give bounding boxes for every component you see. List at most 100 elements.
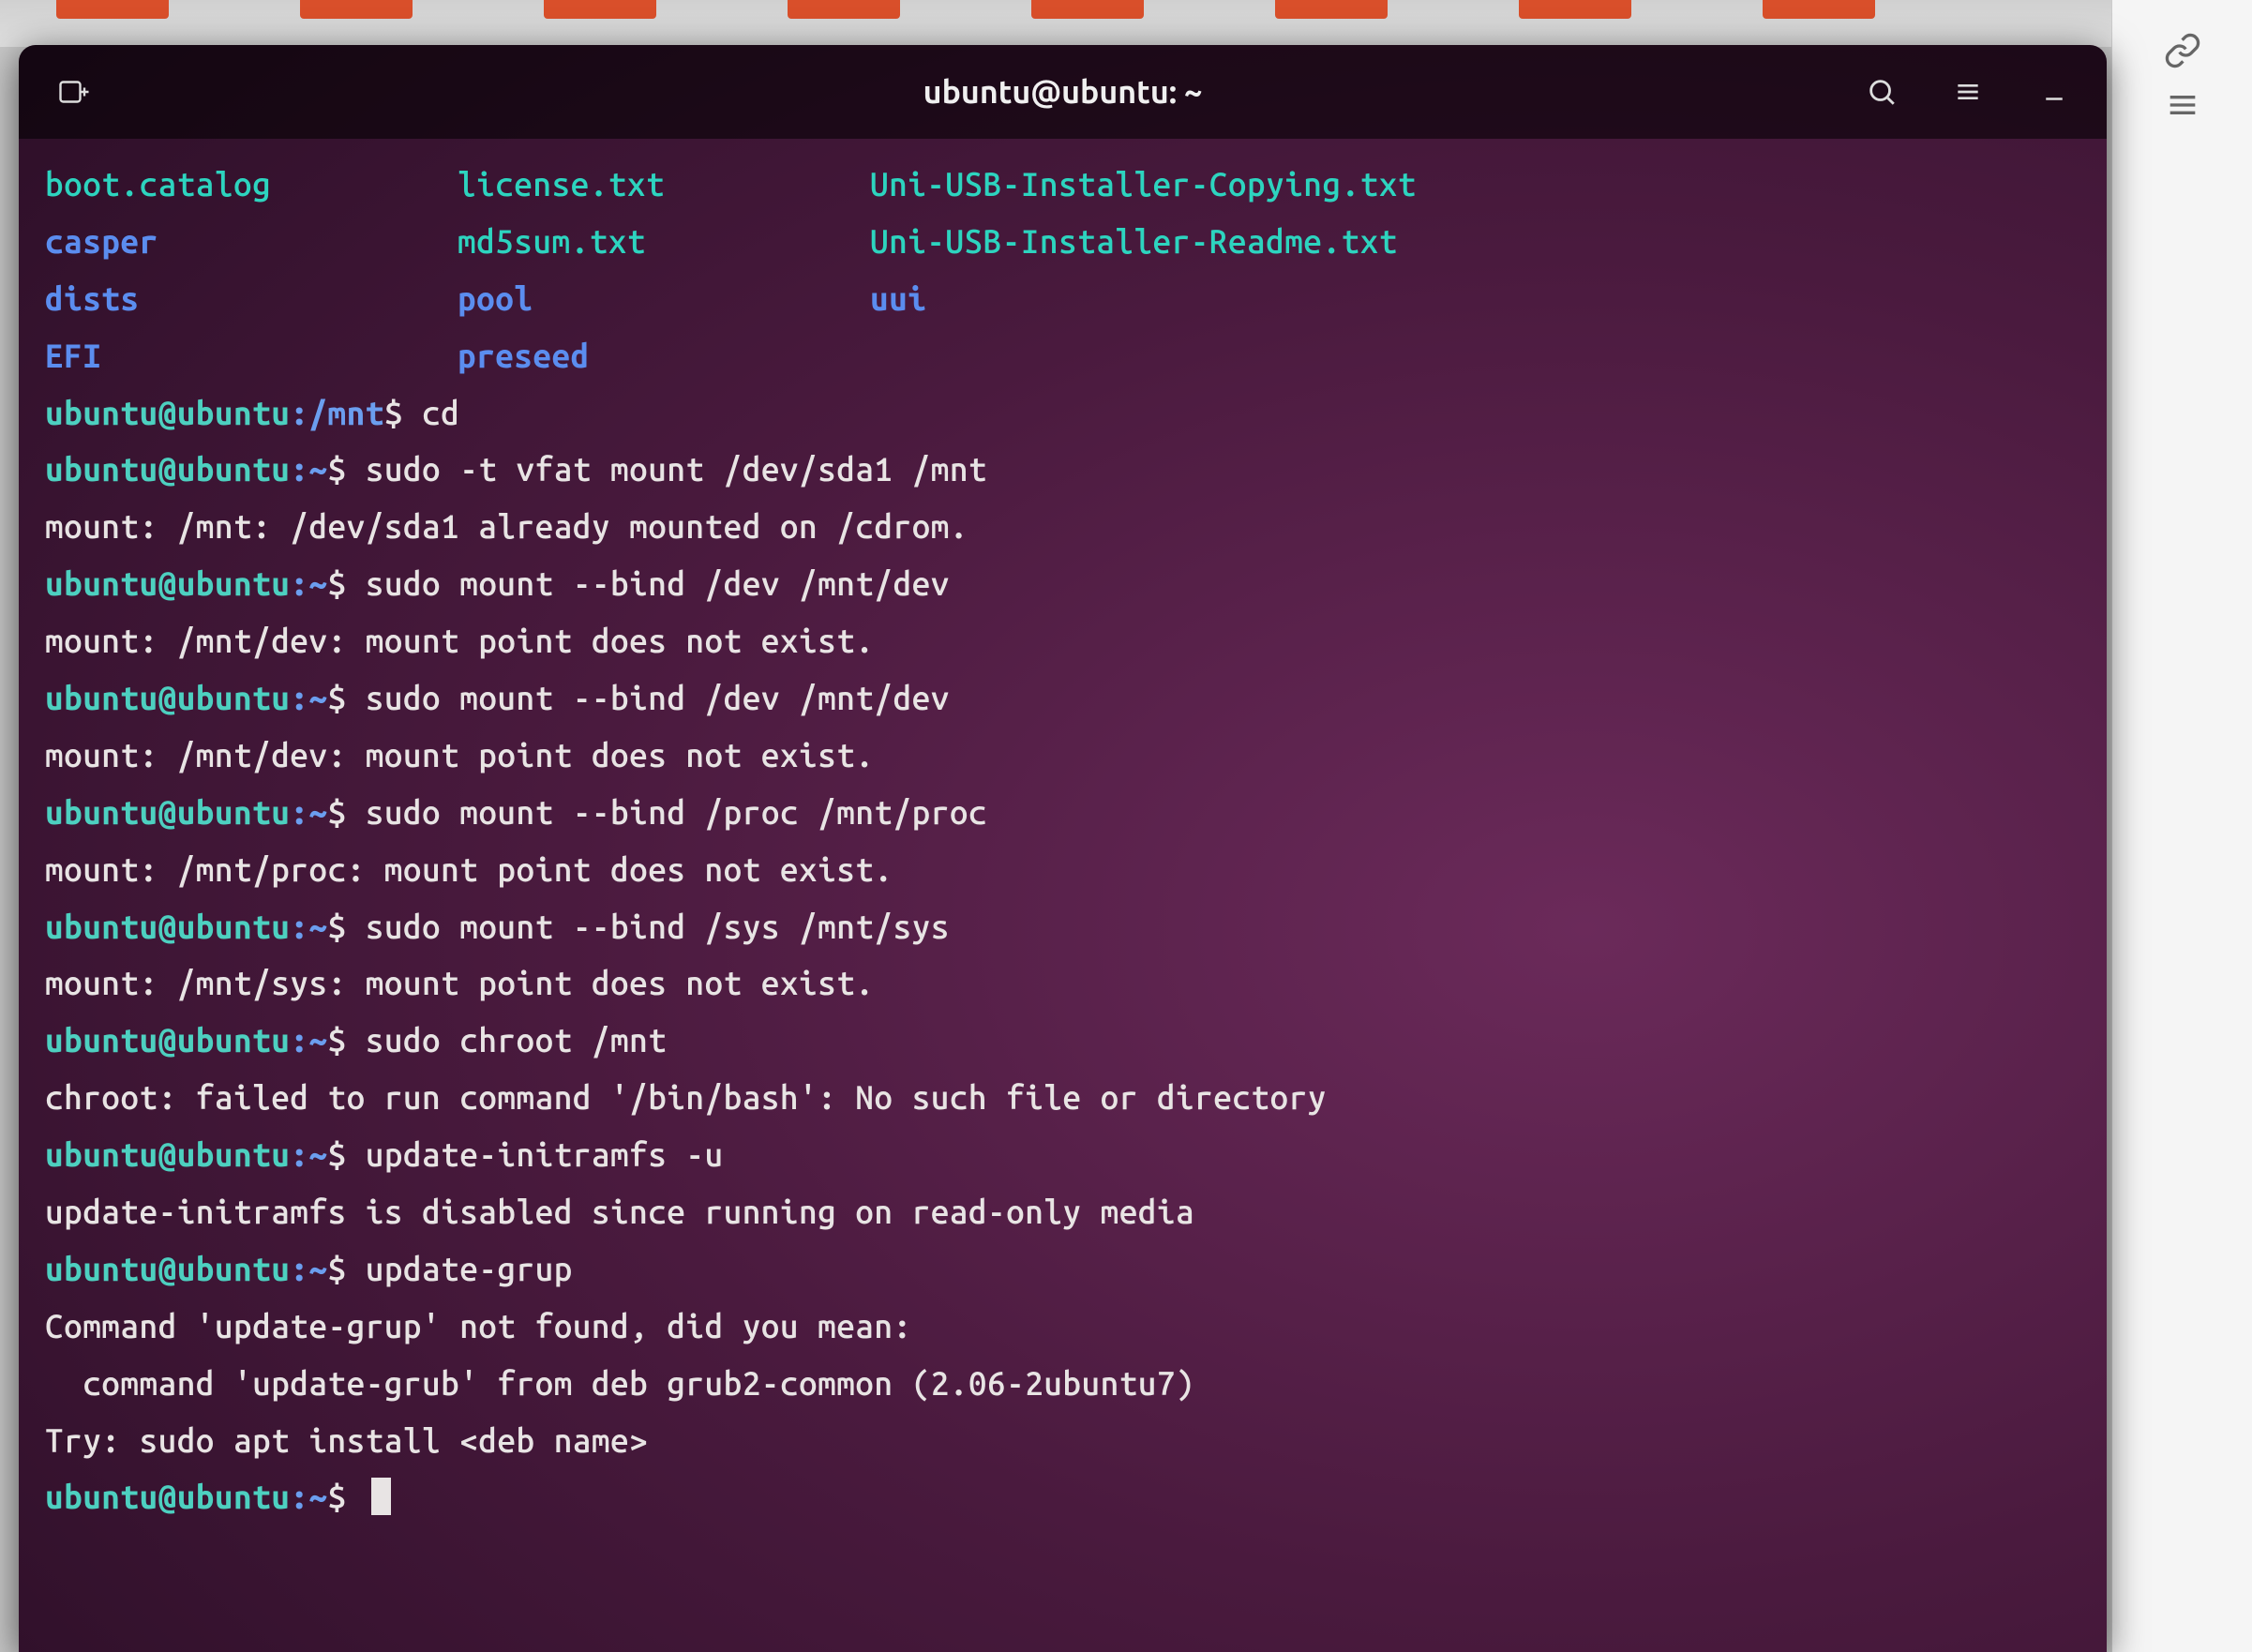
side-panel <box>2111 0 2252 1652</box>
minimize-button[interactable] <box>2030 68 2079 116</box>
output-text: mount: /mnt: /dev/sda1 already mounted o… <box>45 507 968 545</box>
prompt-path: :~ <box>290 450 327 488</box>
folder-icon <box>788 0 900 19</box>
command-text: update-grup <box>366 1250 573 1287</box>
output-text: Try: sudo apt install <deb name> <box>45 1421 648 1459</box>
prompt-dollar: $ <box>328 1135 366 1173</box>
command-text: sudo chroot /mnt <box>366 1021 668 1059</box>
terminal-output-line: mount: /mnt/proc: mount point does not e… <box>45 841 2080 898</box>
prompt-user: ubuntu@ubuntu <box>45 564 290 602</box>
terminal-prompt-line: ubuntu@ubuntu:/mnt$ cd <box>45 384 2080 442</box>
folder-icon <box>544 0 656 19</box>
command-text: sudo mount --bind /proc /mnt/proc <box>366 793 987 831</box>
prompt-dollar: $ <box>328 564 366 602</box>
prompt-user: ubuntu@ubuntu <box>45 1250 290 1287</box>
prompt-path: :~ <box>290 1021 327 1059</box>
prompt-dollar: $ <box>328 908 366 945</box>
output-text: mount: /mnt/dev: mount point does not ex… <box>45 622 874 659</box>
ls-directory: EFI <box>45 327 458 384</box>
link-icon[interactable] <box>2160 28 2205 73</box>
terminal-output-line: chroot: failed to run command '/bin/bash… <box>45 1069 2080 1126</box>
terminal-prompt-line: ubuntu@ubuntu:~$ update-grup <box>45 1240 2080 1298</box>
output-text: chroot: failed to run command '/bin/bash… <box>45 1078 1327 1116</box>
terminal-output-line: mount: /mnt/dev: mount point does not ex… <box>45 612 2080 669</box>
terminal-output-line: mount: /mnt: /dev/sda1 already mounted o… <box>45 498 2080 555</box>
prompt-path: :~ <box>290 1250 327 1287</box>
prompt-dollar: $ <box>328 1478 366 1515</box>
prompt-user: ubuntu@ubuntu <box>45 793 290 831</box>
cursor-icon <box>371 1478 391 1515</box>
output-text: update-initramfs is disabled since runni… <box>45 1193 1194 1230</box>
output-text: mount: /mnt/dev: mount point does not ex… <box>45 736 874 773</box>
folder-icon <box>56 0 169 19</box>
output-text: mount: /mnt/sys: mount point does not ex… <box>45 964 874 1001</box>
output-text: command 'update-grub' from deb grub2-com… <box>45 1364 1194 1402</box>
command-text: sudo mount --bind /dev /mnt/dev <box>366 564 950 602</box>
terminal-prompt-line: ubuntu@ubuntu:~$ sudo mount --bind /dev … <box>45 555 2080 612</box>
lines-icon[interactable] <box>2160 83 2205 128</box>
terminal-output-line: command 'update-grub' from deb grub2-com… <box>45 1355 2080 1412</box>
terminal-prompt-line: ubuntu@ubuntu:~$ <box>45 1468 2080 1525</box>
terminal-prompt-line: ubuntu@ubuntu:~$ sudo mount --bind /proc… <box>45 784 2080 841</box>
ls-file: md5sum.txt <box>458 213 870 270</box>
command-text: sudo mount --bind /sys /mnt/sys <box>366 908 950 945</box>
ls-directory: preseed <box>458 327 870 384</box>
prompt-dollar: $ <box>328 793 366 831</box>
prompt-path: :/mnt <box>290 394 384 431</box>
prompt-user: ubuntu@ubuntu <box>45 394 290 431</box>
prompt-path: :~ <box>290 679 327 716</box>
ls-directory: uui <box>870 270 2080 327</box>
command-text: cd <box>422 394 459 431</box>
terminal-prompt-line: ubuntu@ubuntu:~$ update-initramfs -u <box>45 1126 2080 1183</box>
prompt-dollar: $ <box>384 394 422 431</box>
command-text: sudo -t vfat mount /dev/sda1 /mnt <box>366 450 987 488</box>
ls-output: boot.cataloglicense.txtUni-USB-Installer… <box>45 156 2080 384</box>
terminal-body[interactable]: boot.cataloglicense.txtUni-USB-Installer… <box>19 139 2107 1542</box>
ls-directory: pool <box>458 270 870 327</box>
new-tab-button[interactable] <box>47 66 99 118</box>
terminal-output-line: mount: /mnt/sys: mount point does not ex… <box>45 954 2080 1012</box>
ls-file <box>870 327 2080 384</box>
command-text: sudo mount --bind /dev /mnt/dev <box>366 679 950 716</box>
prompt-user: ubuntu@ubuntu <box>45 1135 290 1173</box>
prompt-path: :~ <box>290 564 327 602</box>
ls-file: Uni-USB-Installer-Copying.txt <box>870 156 2080 213</box>
command-text: update-initramfs -u <box>366 1135 724 1173</box>
prompt-path: :~ <box>290 1478 327 1515</box>
folder-icon <box>1763 0 1875 19</box>
desktop-background <box>0 0 2252 47</box>
folder-icon <box>1275 0 1388 19</box>
search-button[interactable] <box>1857 68 1906 116</box>
window-title: ubuntu@ubuntu: ~ <box>923 74 1203 110</box>
prompt-path: :~ <box>290 793 327 831</box>
folder-icon <box>1031 0 1144 19</box>
output-text: mount: /mnt/proc: mount point does not e… <box>45 850 893 888</box>
terminal-output-line: Command 'update-grup' not found, did you… <box>45 1298 2080 1355</box>
ls-file: Uni-USB-Installer-Readme.txt <box>870 213 2080 270</box>
prompt-dollar: $ <box>328 1250 366 1287</box>
ls-file: boot.catalog <box>45 156 458 213</box>
titlebar: ubuntu@ubuntu: ~ <box>19 45 2107 139</box>
terminal-prompt-line: ubuntu@ubuntu:~$ sudo mount --bind /dev … <box>45 669 2080 727</box>
prompt-path: :~ <box>290 908 327 945</box>
prompt-user: ubuntu@ubuntu <box>45 1021 290 1059</box>
folder-icon <box>300 0 413 19</box>
terminal-prompt-line: ubuntu@ubuntu:~$ sudo chroot /mnt <box>45 1012 2080 1069</box>
prompt-user: ubuntu@ubuntu <box>45 679 290 716</box>
prompt-user: ubuntu@ubuntu <box>45 1478 290 1515</box>
prompt-dollar: $ <box>328 679 366 716</box>
terminal-prompt-line: ubuntu@ubuntu:~$ sudo -t vfat mount /dev… <box>45 441 2080 498</box>
output-text: Command 'update-grup' not found, did you… <box>45 1307 912 1344</box>
hamburger-menu-button[interactable] <box>1944 68 1992 116</box>
terminal-window: ubuntu@ubuntu: ~ boot.cataloglicense.txt… <box>19 45 2107 1652</box>
ls-directory: casper <box>45 213 458 270</box>
prompt-user: ubuntu@ubuntu <box>45 450 290 488</box>
terminal-output-line: Try: sudo apt install <deb name> <box>45 1412 2080 1469</box>
terminal-output-line: mount: /mnt/dev: mount point does not ex… <box>45 727 2080 784</box>
ls-file: license.txt <box>458 156 870 213</box>
prompt-dollar: $ <box>328 1021 366 1059</box>
terminal-output-line: update-initramfs is disabled since runni… <box>45 1183 2080 1240</box>
folder-icon <box>1519 0 1631 19</box>
prompt-user: ubuntu@ubuntu <box>45 908 290 945</box>
prompt-path: :~ <box>290 1135 327 1173</box>
